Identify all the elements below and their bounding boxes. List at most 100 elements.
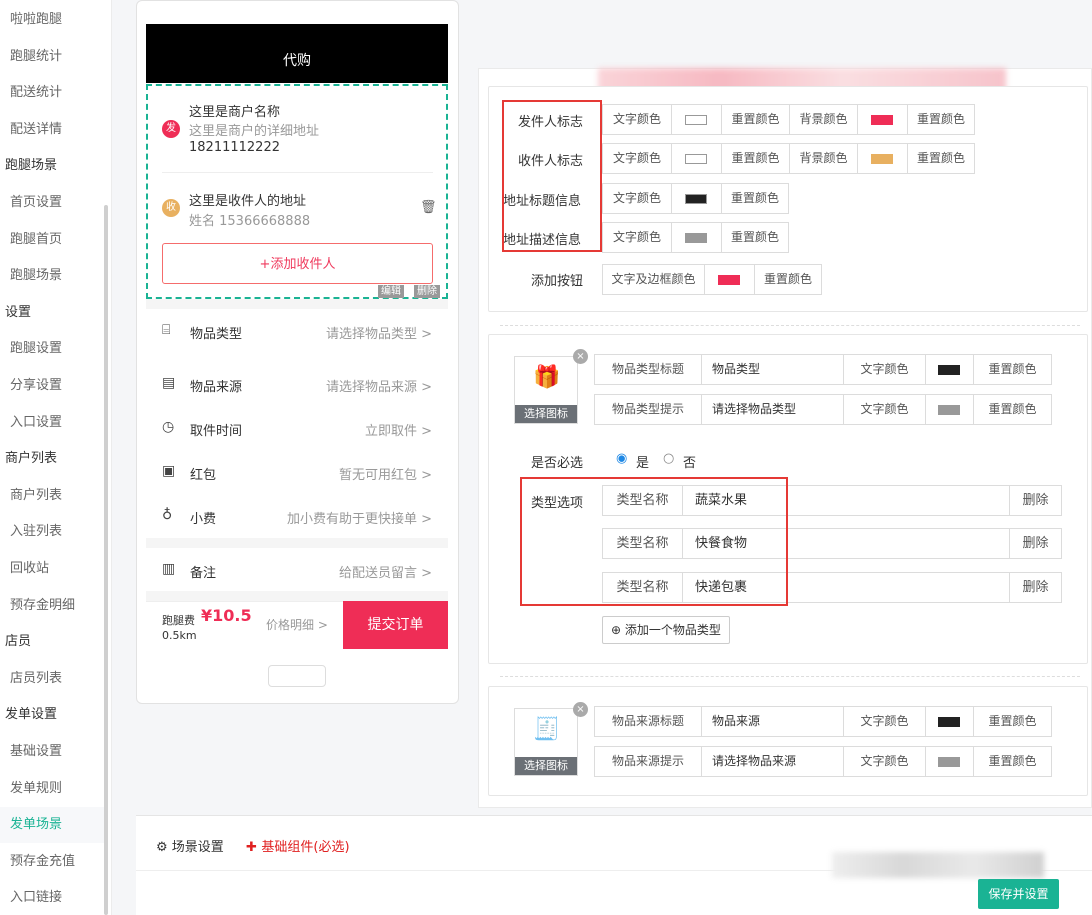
sidebar-item[interactable]: 预存金明细 xyxy=(0,588,104,624)
sender-phone: 18211112222 xyxy=(189,140,280,155)
basic-components-tab[interactable]: ✚ 基础组件(必选) xyxy=(246,836,350,855)
sidebar-item[interactable]: 分享设置 xyxy=(0,368,104,404)
price-detail-link[interactable]: 价格明细 > xyxy=(266,616,328,633)
sidebar-item[interactable]: 跑腿场景 xyxy=(0,258,104,294)
reset-color-button[interactable]: 重置颜色 xyxy=(973,706,1052,737)
sidebar-item[interactable]: 发单规则 xyxy=(0,771,104,807)
row-label: 小费 xyxy=(190,512,217,527)
reset-color-button[interactable]: 重置颜色 xyxy=(721,183,789,214)
delete-button[interactable]: 删除 xyxy=(414,285,440,298)
gift-icon: ⌸ xyxy=(162,322,171,338)
source-hint-color-swatch[interactable] xyxy=(925,746,973,777)
divider xyxy=(162,172,433,173)
reset-color-button[interactable]: 重置颜色 xyxy=(973,394,1052,425)
reset-color-button[interactable]: 重置颜色 xyxy=(721,222,789,253)
sidebar-item[interactable]: 跑腿首页 xyxy=(0,222,104,258)
sidebar-group[interactable]: 店员 xyxy=(0,624,104,660)
preview-handle[interactable] xyxy=(268,665,326,687)
reset-color-button[interactable]: 重置颜色 xyxy=(973,354,1052,385)
edit-button[interactable]: 编辑 xyxy=(378,285,404,298)
text-color-swatch[interactable] xyxy=(671,222,721,253)
preview-row[interactable]: ▣ 红包 暂无可用红包 > xyxy=(146,450,448,494)
sidebar-item[interactable]: 首页设置 xyxy=(0,185,104,221)
delete-option-button[interactable]: 删除 xyxy=(1009,529,1061,558)
choose-icon-button[interactable]: 选择图标 xyxy=(515,405,577,423)
text-color-swatch[interactable] xyxy=(671,104,721,135)
bg-color-swatch[interactable] xyxy=(857,104,907,135)
preview-row[interactable]: ▥ 备注 给配送员留言 > xyxy=(146,548,448,592)
source-icon-picker[interactable]: 🧾 选择图标 xyxy=(514,708,578,776)
sidebar-item[interactable]: 商户列表 xyxy=(0,478,104,514)
close-icon[interactable]: × xyxy=(573,702,588,717)
color-swatch xyxy=(685,233,707,243)
preview-row[interactable]: ♁ 小费 加小费有助于更快接单 > xyxy=(146,494,448,538)
sidebar-item[interactable]: 预存金充值 xyxy=(0,844,104,880)
reset-color-button[interactable]: 重置颜色 xyxy=(721,104,789,135)
sender-name: 这里是商户名称 xyxy=(189,105,281,120)
sidebar-item[interactable]: 跑腿设置 xyxy=(0,331,104,367)
row-value: 暂无可用红包 > xyxy=(338,468,432,483)
sender-address: 这里是商户的详细地址 xyxy=(189,124,320,139)
add-button-color-swatch[interactable] xyxy=(704,264,754,295)
text-color-label: 文字颜色 xyxy=(843,394,925,425)
preview-row[interactable]: ▤ 物品来源 请选择物品来源 > xyxy=(146,362,448,406)
radio-no-label: 否 xyxy=(683,456,697,471)
color-swatch xyxy=(685,154,707,164)
add-type-button[interactable]: ⊕ 添加一个物品类型 xyxy=(602,616,730,644)
reset-color-button[interactable]: 重置颜色 xyxy=(907,143,975,174)
delete-option-button[interactable]: 删除 xyxy=(1009,486,1061,515)
text-color-label: 文字颜色 xyxy=(602,104,671,135)
sidebar-item[interactable]: 入口链接 xyxy=(0,880,104,915)
sidebar-item[interactable]: 发单场景 xyxy=(0,807,104,844)
type-title-label: 物品类型标题 xyxy=(594,354,701,385)
scene-settings-tab[interactable]: ⚙ 场景设置 xyxy=(156,836,224,855)
sidebar-group[interactable]: 设置 xyxy=(0,295,104,331)
source-title-color-swatch[interactable] xyxy=(925,706,973,737)
row-value: 请选择物品来源 > xyxy=(325,380,432,395)
source-hint-input[interactable]: 请选择物品来源 xyxy=(701,746,843,777)
submit-order-button[interactable]: 提交订单 xyxy=(343,601,448,649)
reset-color-button[interactable]: 重置颜色 xyxy=(973,746,1052,777)
type-hint-input[interactable]: 请选择物品类型 xyxy=(701,394,843,425)
reset-color-button[interactable]: 重置颜色 xyxy=(907,104,975,135)
text-color-swatch[interactable] xyxy=(671,143,721,174)
sidebar: 啦啦跑腿 跑腿统计 配送统计 配送详情 跑腿场景 首页设置 跑腿首页 跑腿场景 设置 跑腿设置 分享… xyxy=(0,0,112,915)
sidebar-scrollbar[interactable] xyxy=(104,205,108,915)
add-button-reset-color[interactable]: 重置颜色 xyxy=(754,264,822,295)
sidebar-item[interactable]: 店员列表 xyxy=(0,661,104,697)
close-icon[interactable]: × xyxy=(573,349,588,364)
delete-option-button[interactable]: 删除 xyxy=(1009,573,1061,602)
type-hint-color-swatch[interactable] xyxy=(925,394,973,425)
trash-icon[interactable]: 🗑 xyxy=(420,200,437,215)
sidebar-item[interactable]: 入口设置 xyxy=(0,405,104,441)
radio-yes[interactable]: ◉ xyxy=(616,451,627,466)
row-value: 给配送员留言 > xyxy=(338,566,432,581)
sidebar-item[interactable]: 啦啦跑腿 xyxy=(0,2,104,38)
sidebar-group[interactable]: 跑腿场景 xyxy=(0,148,104,184)
sidebar-item[interactable]: 回收站 xyxy=(0,551,104,587)
type-title-color-swatch[interactable] xyxy=(925,354,973,385)
type-title-input[interactable]: 物品类型 xyxy=(701,354,843,385)
sidebar-item[interactable]: 跑腿统计 xyxy=(0,39,104,75)
receiver-contact: 姓名 15366668888 xyxy=(189,214,311,229)
preview-row[interactable]: ◷ 取件时间 立即取件 > xyxy=(146,406,448,450)
sidebar-item[interactable]: 入驻列表 xyxy=(0,514,104,550)
sidebar-item[interactable]: 配送统计 xyxy=(0,75,104,111)
choose-icon-button[interactable]: 选择图标 xyxy=(515,757,577,775)
sidebar-group[interactable]: 发单设置 xyxy=(0,697,104,733)
type-icon-picker[interactable]: 🎁 选择图标 xyxy=(514,356,578,424)
bg-color-swatch[interactable] xyxy=(857,143,907,174)
sidebar-group[interactable]: 商户列表 xyxy=(0,441,104,477)
text-color-swatch[interactable] xyxy=(671,183,721,214)
add-receiver-button[interactable]: +添加收件人 xyxy=(162,243,433,284)
source-title-input[interactable]: 物品来源 xyxy=(701,706,843,737)
preview-row[interactable]: ⌸ 物品类型 请选择物品类型 > xyxy=(146,309,448,353)
sidebar-item[interactable]: 配送详情 xyxy=(0,112,104,148)
row-label: 备注 xyxy=(190,566,217,581)
reset-color-button[interactable]: 重置颜色 xyxy=(721,143,789,174)
sidebar-item[interactable]: 基础设置 xyxy=(0,734,104,770)
save-button[interactable]: 保存并设置 xyxy=(978,879,1059,909)
radio-no[interactable]: ○ xyxy=(663,451,674,466)
divider xyxy=(500,676,1080,677)
blurred-text xyxy=(832,852,1044,878)
